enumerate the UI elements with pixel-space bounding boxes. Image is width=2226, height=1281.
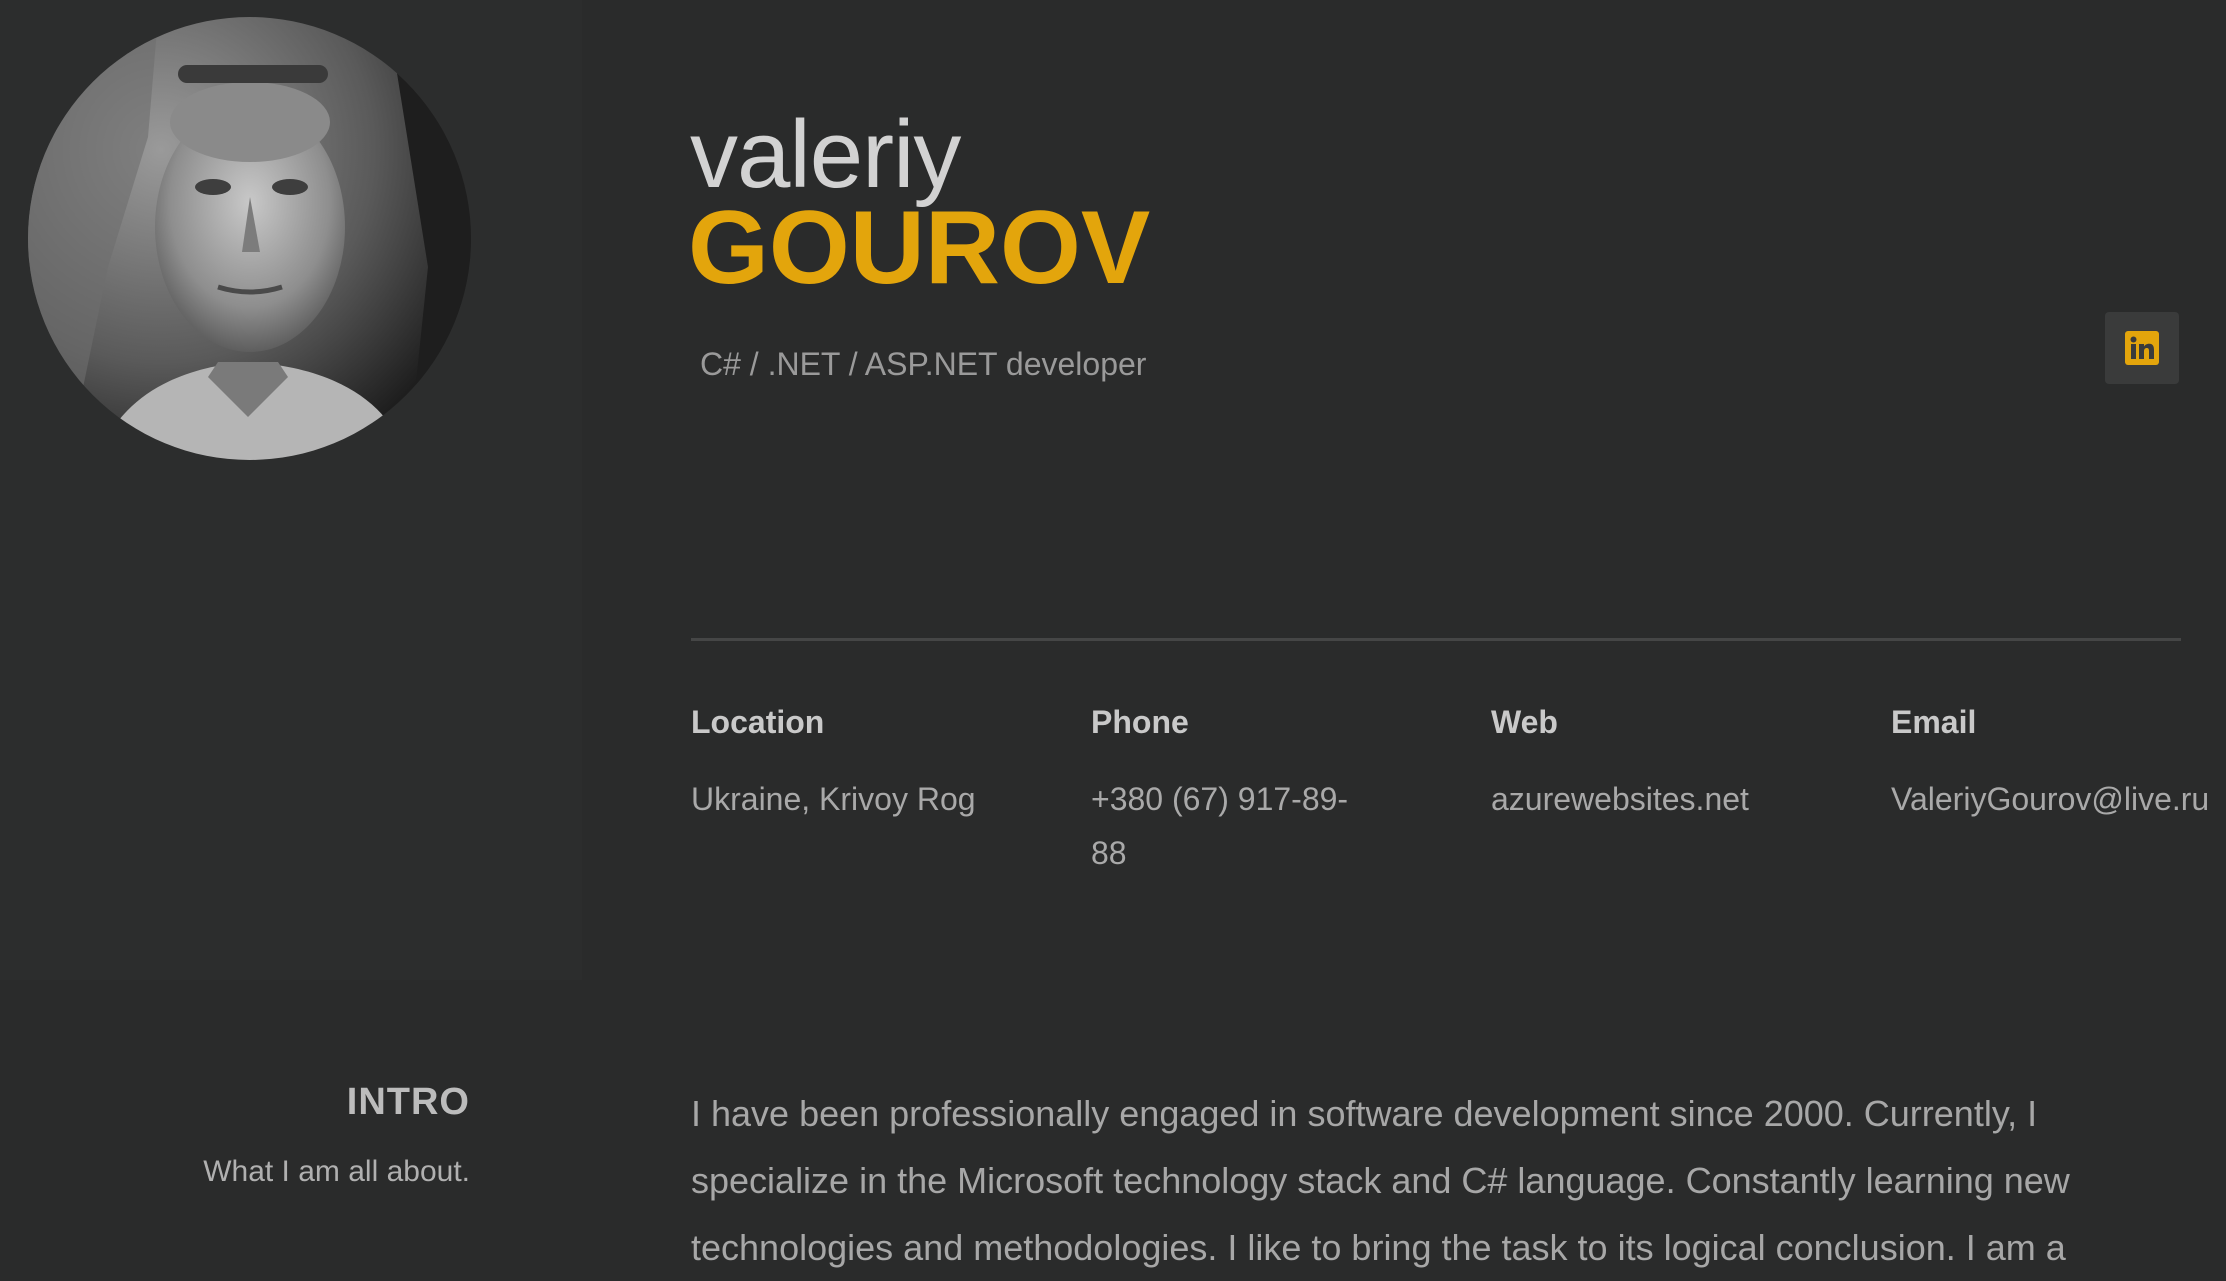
avatar	[28, 17, 471, 460]
web-link[interactable]: azurewebsites.net	[1491, 772, 1871, 826]
contact-location: Location Ukraine, Krivoy Rog	[691, 700, 1071, 826]
job-title: C# / .NET / ASP.NET developer	[700, 346, 1147, 382]
contact-phone: Phone +380 (67) 917-89-88	[1091, 700, 1381, 880]
linkedin-icon	[2125, 331, 2159, 365]
web-label: Web	[1491, 704, 1558, 740]
intro-paragraph: I have been professionally engaged in so…	[691, 1093, 2070, 1268]
phone-label: Phone	[1091, 704, 1189, 740]
linkedin-button[interactable]	[2105, 312, 2179, 384]
intro-heading: INTRO	[346, 1081, 470, 1123]
resume-page: valeriy GOUROV C# / .NET / ASP.NET devel…	[0, 0, 2226, 1281]
location-label: Location	[691, 704, 825, 740]
phone-value[interactable]: +380 (67) 917-89-88	[1091, 772, 1381, 880]
email-label: Email	[1891, 704, 1977, 740]
contact-email: Email ValeriyGourov@live.ru	[1891, 700, 2226, 826]
location-value: Ukraine, Krivoy Rog	[691, 781, 976, 817]
contact-web: Web azurewebsites.net	[1491, 700, 1871, 826]
intro-subheading: What I am all about.	[203, 1155, 470, 1188]
last-name: GOUROV	[688, 190, 1151, 306]
email-link[interactable]: ValeriyGourov@live.ru	[1891, 772, 2226, 826]
header-divider	[691, 638, 2181, 641]
avatar-photo	[28, 17, 471, 460]
